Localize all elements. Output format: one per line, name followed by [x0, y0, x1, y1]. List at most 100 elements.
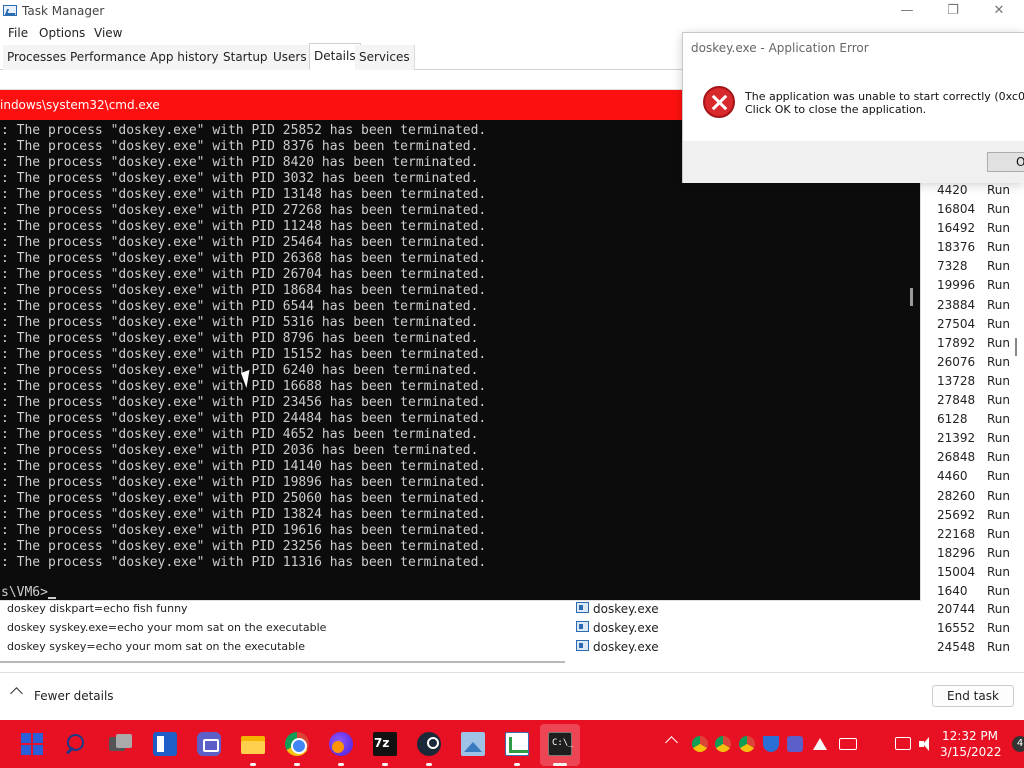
- tab-startup[interactable]: Startup: [219, 45, 273, 70]
- table-row[interactable]: 26076 Run: [930, 352, 1024, 371]
- table-row[interactable]: 27504 Run: [930, 314, 1024, 333]
- notification-badge[interactable]: 4: [1012, 736, 1024, 752]
- cmd-scrollbar[interactable]: [910, 288, 913, 306]
- tab-services[interactable]: Services: [355, 45, 415, 70]
- table-row[interactable]: 22168 Run: [930, 524, 1024, 543]
- status-cell: Run: [987, 316, 1011, 331]
- table-row[interactable]: 18376 Run: [930, 237, 1024, 256]
- status-cell: Run: [987, 297, 1011, 312]
- chrome-tray-icon[interactable]: [692, 736, 708, 752]
- task-view-icon[interactable]: [109, 732, 133, 756]
- table-row[interactable]: 15004 Run: [930, 562, 1024, 581]
- display-icon[interactable]: [895, 737, 911, 750]
- console-line: : The process "doskey.exe" with PID 2636…: [1, 251, 487, 266]
- search-icon[interactable]: [64, 732, 88, 756]
- clock-date[interactable]: 3/15/2022: [940, 745, 1002, 759]
- console-line: : The process "doskey.exe" with PID 4652…: [1, 427, 479, 442]
- pid-cell: 16492: [937, 221, 976, 236]
- table-row[interactable]: 6128 Run: [930, 409, 1024, 428]
- tab-details[interactable]: Details: [309, 43, 361, 70]
- table-row[interactable]: 18296 Run: [930, 543, 1024, 562]
- details-list-bottom: doskey diskpart=echo fish funny doskey.ex…: [0, 599, 1024, 656]
- console-line: : The process "doskey.exe" with PID 3032…: [1, 171, 479, 186]
- fewer-details-link[interactable]: Fewer details: [34, 689, 114, 703]
- network-icon[interactable]: [812, 736, 828, 752]
- console-line: : The process "doskey.exe" with PID 8420…: [1, 155, 479, 170]
- pid-cell: 16552: [937, 621, 976, 635]
- table-row[interactable]: 13728 Run: [930, 371, 1024, 390]
- taskbar: 7z: [0, 720, 1024, 768]
- process-name-cell: doskey.exe: [593, 621, 659, 635]
- close-button[interactable]: ✕: [976, 0, 1022, 22]
- table-row[interactable]: 27848 Run: [930, 390, 1024, 409]
- keyboard-icon[interactable]: [839, 738, 857, 750]
- tab-performance[interactable]: Performance: [66, 45, 152, 70]
- cmd-icon[interactable]: C:\_: [548, 732, 574, 756]
- tab-users[interactable]: Users: [269, 45, 312, 70]
- ok-button[interactable]: O: [987, 152, 1024, 172]
- status-cell: Run: [987, 259, 1011, 274]
- teams-icon[interactable]: [197, 732, 221, 756]
- console-line: : The process "doskey.exe" with PID 6240…: [1, 363, 479, 378]
- app-window-icon: [576, 621, 589, 632]
- volume-icon[interactable]: [918, 736, 934, 752]
- end-task-button[interactable]: End task: [932, 685, 1014, 707]
- table-row[interactable]: 25692 Run: [930, 505, 1024, 524]
- table-row[interactable]: 4460 Run: [930, 466, 1024, 485]
- table-row[interactable]: 7328 Run: [930, 256, 1024, 275]
- menu-file[interactable]: File: [8, 26, 28, 40]
- photos-icon[interactable]: [461, 732, 485, 756]
- tab-app-history[interactable]: App history: [146, 45, 224, 70]
- table-row[interactable]: 23884 Run: [930, 295, 1024, 314]
- horizontal-scrollbar[interactable]: [0, 661, 565, 663]
- status-cell: Run: [987, 621, 1011, 635]
- table-row[interactable]: 21392 Run: [930, 428, 1024, 447]
- steam-icon[interactable]: [417, 732, 441, 756]
- process-name-cell: doskey.exe: [593, 640, 659, 654]
- status-cell: Run: [987, 278, 1011, 293]
- table-row[interactable]: 26848 Run: [930, 447, 1024, 466]
- teams-tray-icon[interactable]: [787, 736, 803, 752]
- cmd-icon-label: C:\_: [552, 738, 574, 748]
- cmd-prompt[interactable]: s\VM6>: [1, 585, 48, 601]
- table-row[interactable]: doskey syskey=echo your mom sat on the e…: [0, 637, 1024, 656]
- running-indicator: [382, 763, 388, 766]
- file-explorer-icon[interactable]: [241, 732, 265, 756]
- chrome-tray-icon[interactable]: [715, 736, 731, 752]
- security-shield-icon[interactable]: [763, 736, 779, 752]
- console-line: : The process "doskey.exe" with PID 1868…: [1, 283, 487, 298]
- table-row[interactable]: 16492 Run: [930, 218, 1024, 237]
- chrome-icon[interactable]: [285, 732, 309, 756]
- 7zip-icon[interactable]: 7z: [373, 732, 397, 756]
- minimize-button[interactable]: —: [884, 0, 930, 22]
- pid-cell: 24548: [937, 640, 976, 654]
- chrome-tray-icon[interactable]: [739, 736, 755, 752]
- status-cell: Run: [987, 640, 1011, 654]
- task-manager-titlebar[interactable]: Task Manager — ❐ ✕: [0, 0, 1024, 22]
- command-line-cell: doskey syskey=echo your mom sat on the e…: [7, 640, 305, 653]
- widgets-icon[interactable]: [153, 732, 177, 756]
- chevron-up-icon[interactable]: [10, 687, 23, 700]
- menu-view[interactable]: View: [94, 26, 122, 40]
- menu-options[interactable]: Options: [39, 26, 85, 40]
- clock-time[interactable]: 12:32 PM: [940, 729, 1000, 743]
- table-row[interactable]: 28260 Run: [930, 486, 1024, 505]
- running-indicator: [294, 763, 300, 766]
- tab-processes[interactable]: Processes: [3, 45, 72, 70]
- pid-cell: 1640: [937, 583, 968, 598]
- start-icon[interactable]: [20, 732, 44, 756]
- table-row[interactable]: 17892 Run: [930, 333, 1024, 352]
- table-row[interactable]: doskey diskpart=echo fish funny doskey.ex…: [0, 599, 1024, 618]
- vertical-scrollbar[interactable]: [1015, 338, 1017, 356]
- task-manager-icon[interactable]: [505, 732, 529, 756]
- table-row[interactable]: 1640 Run: [930, 581, 1024, 600]
- console-line: : The process "doskey.exe" with PID 2506…: [1, 491, 487, 506]
- table-row[interactable]: 16804 Run: [930, 199, 1024, 218]
- table-row[interactable]: doskey syskey.exe=echo your mom sat on t…: [0, 618, 1024, 637]
- firefox-icon[interactable]: [329, 732, 353, 756]
- table-row[interactable]: 19996 Run: [930, 275, 1024, 294]
- pid-cell: 21392: [937, 431, 976, 446]
- console-line: : The process "doskey.exe" with PID 1131…: [1, 555, 487, 570]
- maximize-button[interactable]: ❐: [930, 0, 976, 22]
- console-line: : The process "doskey.exe" with PID 1961…: [1, 523, 487, 538]
